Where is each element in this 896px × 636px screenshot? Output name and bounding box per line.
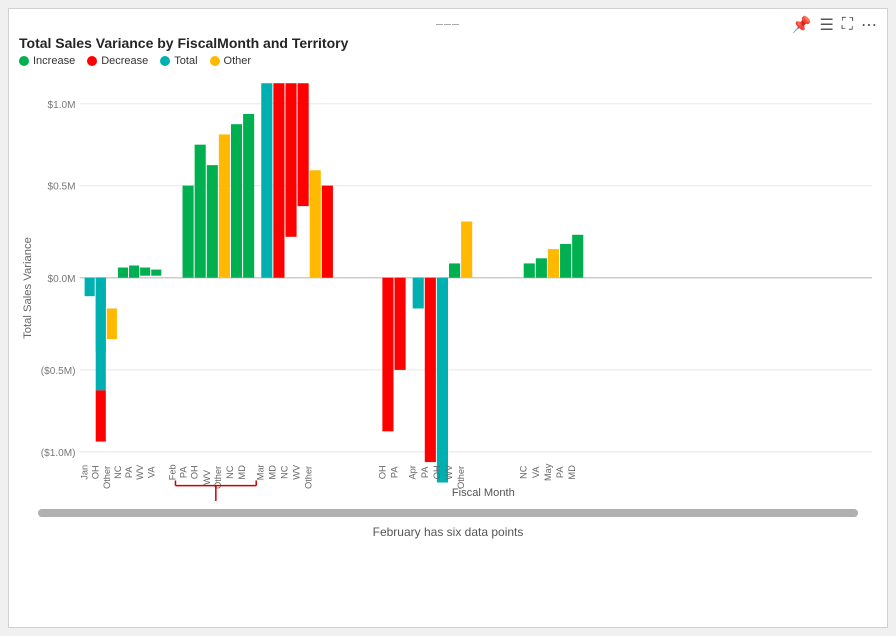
chart-legend: Increase Decrease Total Other — [19, 55, 877, 67]
legend-decrease: Decrease — [87, 55, 148, 67]
bar-feb-md — [243, 114, 254, 278]
card-actions: 📌 ☰ ⛶ ⋯ — [792, 15, 877, 35]
x-label-wv1: WV — [135, 464, 145, 480]
x-label-wv2: WV — [202, 469, 212, 485]
x-label-pa4: PA — [420, 466, 430, 478]
x-label-feb: Feb — [168, 464, 178, 480]
bar-may-md — [572, 235, 583, 278]
bar-jan-total — [85, 278, 95, 296]
bar-apr-pa — [395, 278, 406, 370]
x-label-pa2: PA — [179, 466, 189, 478]
x-label-va2: VA — [531, 466, 541, 478]
legend-increase: Increase — [19, 55, 75, 67]
x-label-oh1: OH — [91, 465, 101, 479]
x-label-pa3: PA — [390, 466, 400, 478]
svg-text:$0.0M: $0.0M — [47, 274, 75, 285]
svg-text:$1.0M: $1.0M — [47, 100, 75, 111]
x-label-mar: Mar — [255, 464, 265, 480]
svg-text:($1.0M): ($1.0M) — [41, 448, 76, 459]
bar-feb-nc — [231, 124, 242, 278]
x-label-nc4: NC — [519, 465, 529, 479]
bar-jan-nc — [118, 268, 128, 278]
bar-apr-oh2 — [437, 278, 448, 483]
chart-svg: Total Sales Variance $1.0M $0.5M $0.0M (… — [19, 73, 877, 503]
bar-may-va — [536, 258, 547, 277]
x-axis-label: Fiscal Month — [452, 487, 515, 499]
x-label-nc3: NC — [280, 465, 290, 479]
x-label-pa5: PA — [555, 466, 565, 478]
x-label-nc2: NC — [225, 465, 235, 479]
bar-jan-other — [107, 308, 117, 339]
x-label-md2: MD — [267, 465, 277, 480]
bar-apr-wv — [449, 263, 460, 277]
bar-mar-other — [310, 170, 321, 278]
bar-jan-pa — [129, 265, 139, 277]
bar-may-pa — [560, 244, 571, 278]
x-label-other3: Other — [304, 466, 314, 489]
bar-may-nc — [524, 263, 535, 277]
x-label-pa1: PA — [124, 466, 134, 478]
svg-text:$0.5M: $0.5M — [47, 182, 75, 193]
y-axis-label: Total Sales Variance — [22, 237, 34, 339]
pin-icon[interactable]: 📌 — [792, 15, 812, 35]
x-label-other1: Other — [102, 466, 112, 489]
x-label-other4: Other — [456, 466, 466, 489]
x-label-va1: VA — [146, 466, 156, 478]
legend-decrease-dot — [87, 56, 97, 66]
bar-mar-md — [273, 83, 284, 278]
bar-apr-oh-red — [382, 278, 393, 432]
bar-mar-wv — [298, 83, 309, 206]
legend-increase-dot — [19, 56, 29, 66]
drag-handle-icon: ⎯⎯⎯ — [436, 15, 460, 32]
bar-apr-other — [461, 221, 472, 277]
bar-mar-nc — [285, 83, 296, 237]
legend-total-label: Total — [174, 55, 197, 67]
x-label-nc1: NC — [113, 465, 123, 479]
filter-icon[interactable]: ☰ — [819, 15, 833, 35]
scrollbar-track[interactable] — [38, 509, 858, 517]
chart-area: Total Sales Variance $1.0M $0.5M $0.0M (… — [19, 73, 877, 503]
x-label-md3: MD — [567, 465, 577, 480]
x-label-wv3: WV — [292, 464, 302, 480]
x-label-may: May — [543, 463, 553, 481]
bar-apr-total — [413, 278, 424, 309]
bar-oh-main — [96, 278, 106, 391]
x-label-oh4: OH — [432, 465, 442, 479]
expand-icon[interactable]: ⛶ — [842, 16, 853, 34]
bar-may-other — [548, 249, 559, 278]
legend-increase-label: Increase — [33, 55, 75, 67]
bar-feb-pa — [183, 186, 194, 278]
legend-other-label: Other — [224, 55, 252, 67]
bar-feb-other — [219, 134, 230, 277]
more-icon[interactable]: ⋯ — [861, 15, 877, 35]
svg-text:($0.5M): ($0.5M) — [41, 366, 76, 377]
x-label-jan: Jan — [80, 465, 90, 480]
bar-apr-pa2 — [425, 278, 436, 462]
chart-title: Total Sales Variance by FiscalMonth and … — [19, 35, 877, 51]
x-label-apr: Apr — [408, 465, 418, 479]
legend-other-dot — [210, 56, 220, 66]
bottom-section: February has six data points — [19, 507, 877, 539]
bar-jan-wv — [140, 268, 150, 276]
x-label-md1: MD — [237, 465, 247, 480]
bar-oh-red — [96, 390, 106, 441]
bar-feb-wv — [207, 165, 218, 278]
x-label-oh3: OH — [377, 465, 387, 479]
bar-jan-va — [151, 270, 161, 276]
annotation-label: February has six data points — [373, 525, 524, 539]
bar-feb-oh — [195, 145, 206, 278]
bar-mar-total — [261, 83, 272, 278]
legend-decrease-label: Decrease — [101, 55, 148, 67]
drag-handle-bar: ⎯⎯⎯ — [436, 15, 460, 32]
x-label-oh2: OH — [190, 465, 200, 479]
legend-total: Total — [160, 55, 197, 67]
bar-mar-nc2 — [322, 186, 333, 278]
chart-card: ⎯⎯⎯ 📌 ☰ ⛶ ⋯ Total Sales Variance by Fisc… — [8, 8, 888, 628]
x-label-wv4: WV — [444, 464, 454, 480]
legend-total-dot — [160, 56, 170, 66]
scrollbar-thumb — [38, 509, 858, 517]
legend-other: Other — [210, 55, 252, 67]
